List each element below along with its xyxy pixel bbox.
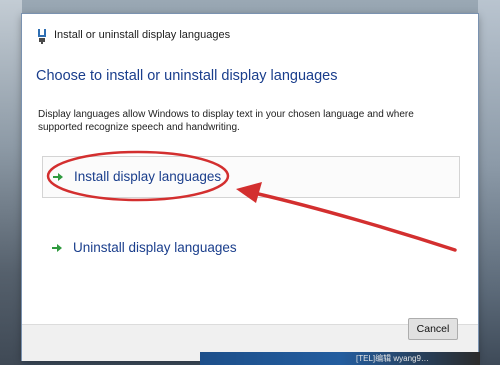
green-arrow-icon (52, 244, 62, 252)
cancel-button[interactable]: Cancel (408, 318, 458, 340)
window-title: Install or uninstall display languages (54, 29, 231, 41)
taskbar-fragment (200, 352, 480, 365)
language-window: Install or uninstall display languages C… (22, 14, 478, 361)
page-heading: Choose to install or uninstall display l… (36, 68, 338, 84)
description-text: Display languages allow Windows to displ… (38, 109, 414, 133)
install-display-languages-option[interactable]: Install display languages (42, 156, 460, 198)
desktop-right-edge (478, 0, 500, 365)
desktop-left-edge (0, 0, 22, 365)
green-arrow-icon (53, 173, 63, 181)
title-bar: Install or uninstall display languages (22, 14, 478, 54)
uninstall-display-languages-option[interactable]: Uninstall display languages (42, 230, 460, 266)
uninstall-option-label: Uninstall display languages (73, 240, 237, 255)
install-option-label: Install display languages (74, 169, 222, 184)
language-settings-icon (38, 29, 46, 44)
taskbar-text: [TEL]编辑 wyang9… (356, 354, 429, 363)
